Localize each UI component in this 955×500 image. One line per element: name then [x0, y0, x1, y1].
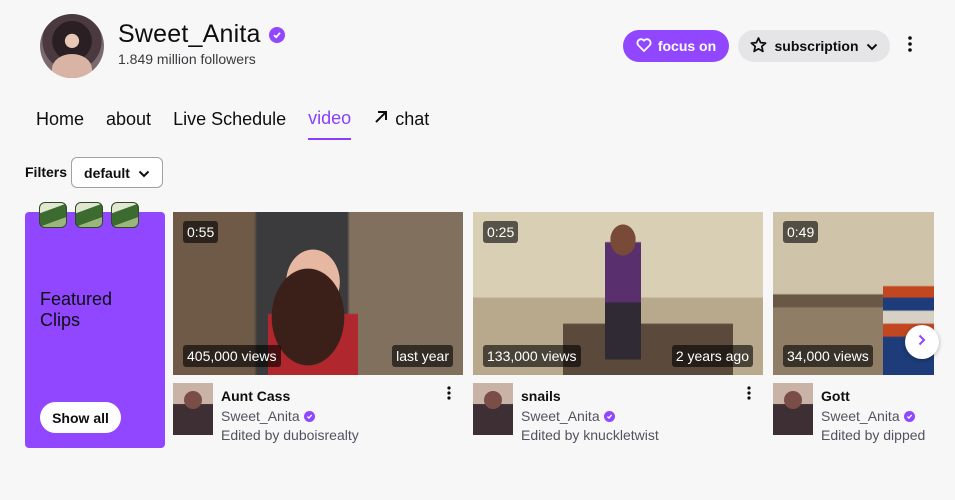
- clip-channel-avatar[interactable]: [773, 383, 813, 435]
- vertical-dots-icon: [908, 35, 912, 57]
- verified-check-icon: [903, 410, 915, 422]
- clip-thumbnail[interactable]: 0:55 405,000 views last year: [173, 212, 463, 375]
- emote-row: [39, 202, 139, 228]
- clip-title[interactable]: Gott: [821, 388, 850, 404]
- clip-age: 2 years ago: [671, 345, 753, 367]
- carousel-next-button[interactable]: [905, 325, 939, 359]
- verified-check-icon: [303, 410, 315, 422]
- chevron-right-icon: [918, 333, 926, 351]
- clip-editor[interactable]: Edited by dipped: [821, 427, 925, 443]
- clip-more-button[interactable]: [743, 385, 755, 405]
- clip-channel-avatar[interactable]: [173, 383, 213, 435]
- tab-label: Live Schedule: [173, 109, 287, 129]
- clip-channel-name: Sweet_Anita: [521, 408, 600, 424]
- channel-name-row: Sweet_Anita: [118, 20, 285, 49]
- clip-card[interactable]: 0:25 133,000 views 2 years ago snails Sw…: [473, 212, 763, 443]
- clip-channel-avatar[interactable]: [473, 383, 513, 435]
- external-arrow-icon: [373, 109, 389, 130]
- verified-check-icon: [603, 410, 615, 422]
- tab-label: about: [106, 109, 152, 129]
- channel-avatar[interactable]: [40, 14, 104, 78]
- tab-live-schedule[interactable]: Live Schedule: [173, 108, 286, 140]
- heart-icon: [636, 37, 652, 55]
- filter-dropdown[interactable]: default: [71, 157, 163, 188]
- show-all-button[interactable]: Show all: [40, 402, 121, 433]
- clip-card[interactable]: 0:55 405,000 views last year Aunt Cass S…: [173, 212, 463, 443]
- verified-check-icon: [268, 26, 285, 43]
- subscribe-button[interactable]: subscription: [738, 30, 890, 62]
- emote-icon: [39, 202, 67, 228]
- clip-duration: 0:25: [483, 221, 519, 243]
- clip-duration: 0:49: [783, 221, 819, 243]
- follower-count: 1.849 million followers: [118, 51, 256, 67]
- channel-name[interactable]: Sweet_Anita: [118, 20, 261, 49]
- clip-editor[interactable]: Edited by knuckletwist: [521, 427, 659, 443]
- vertical-dots-icon: [447, 385, 451, 405]
- clip-meta: Gott Sweet_Anita Edited by dipped: [773, 383, 934, 443]
- clip-view-count: 133,000 views: [483, 345, 581, 367]
- clip-age: last year: [392, 345, 453, 367]
- chevron-down-icon: [138, 165, 150, 181]
- clip-channel-name: Sweet_Anita: [821, 408, 900, 424]
- clip-thumbnail[interactable]: 0:25 133,000 views 2 years ago: [473, 212, 763, 375]
- more-options-button[interactable]: [898, 32, 922, 60]
- clip-meta: snails Sweet_Anita Edited by knuckletwis…: [473, 383, 763, 443]
- follow-button-label: focus on: [657, 38, 717, 54]
- channel-tabs: Home about Live Schedule video chat: [36, 108, 429, 140]
- filter-selected-value: default: [84, 164, 130, 181]
- tab-video[interactable]: video: [308, 108, 352, 140]
- featured-clips-title: Featured Clips: [40, 289, 113, 330]
- vertical-dots-icon: [747, 385, 751, 405]
- clip-title[interactable]: Aunt Cass: [221, 388, 290, 404]
- filters-label: Filters: [25, 164, 68, 180]
- tab-label: Home: [36, 109, 85, 129]
- tab-chat[interactable]: chat: [373, 108, 429, 140]
- star-icon: [750, 36, 767, 56]
- clip-meta: Aunt Cass Sweet_Anita Edited by duboisre…: [173, 383, 463, 443]
- clip-title[interactable]: snails: [521, 388, 561, 404]
- tab-about[interactable]: about: [106, 108, 151, 140]
- clip-channel[interactable]: Sweet_Anita: [221, 408, 315, 424]
- clip-card[interactable]: 0:49 34,000 views Gott Sweet_Anita Edite…: [773, 212, 934, 443]
- clip-view-count: 405,000 views: [183, 345, 281, 367]
- clip-channel[interactable]: Sweet_Anita: [521, 408, 615, 424]
- clip-editor[interactable]: Edited by duboisrealty: [221, 427, 359, 443]
- subscribe-button-label: subscription: [774, 38, 859, 54]
- clip-more-button[interactable]: [443, 385, 455, 405]
- tab-label: video: [308, 108, 352, 128]
- emote-icon: [75, 202, 103, 228]
- clip-duration: 0:55: [183, 221, 219, 243]
- tab-home[interactable]: Home: [36, 108, 84, 140]
- chevron-down-icon: [866, 38, 878, 54]
- clip-channel-name: Sweet_Anita: [221, 408, 300, 424]
- clip-channel[interactable]: Sweet_Anita: [821, 408, 915, 424]
- emote-icon: [111, 202, 139, 228]
- clip-view-count: 34,000 views: [783, 345, 873, 367]
- follow-button[interactable]: focus on: [623, 30, 729, 62]
- tab-label: chat: [395, 109, 430, 129]
